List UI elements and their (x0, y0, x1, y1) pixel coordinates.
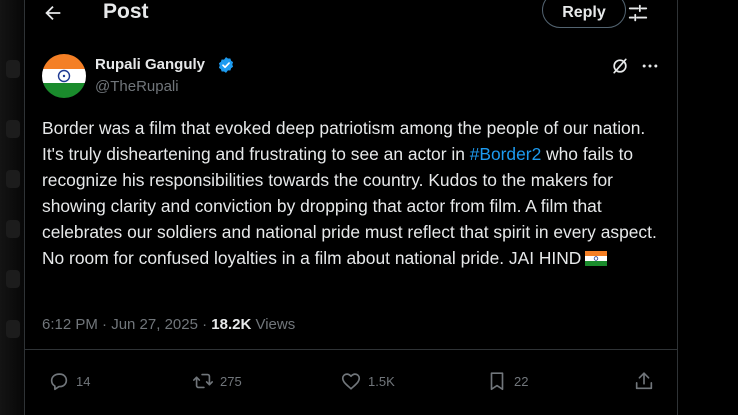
filter-icon[interactable] (627, 2, 649, 24)
reply-button[interactable]: Reply (542, 0, 626, 28)
share-action[interactable] (633, 370, 661, 392)
bookmark-action[interactable]: 22 (486, 370, 528, 392)
verified-badge-icon (218, 57, 234, 73)
ghost-item (6, 60, 20, 78)
ghost-item (6, 220, 20, 238)
share-icon (635, 372, 653, 390)
timestamp[interactable]: 6:12 PM · Jun 27, 2025 · (42, 316, 211, 333)
india-flag-avatar-icon (42, 54, 86, 98)
back-arrow-icon[interactable] (42, 2, 64, 24)
grok-icon[interactable] (610, 56, 630, 76)
ghost-item (6, 120, 20, 138)
column-divider-right (677, 0, 678, 415)
hashtag-link[interactable]: #Border2 (470, 144, 542, 164)
left-panel-blur (0, 0, 24, 415)
ghost-item (6, 270, 20, 288)
views-label: Views (251, 316, 296, 333)
right-column (677, 0, 738, 415)
author-name[interactable]: Rupali Ganguly (95, 56, 205, 73)
more-icon[interactable] (640, 56, 660, 76)
page-title: Post (103, 0, 149, 23)
like-count: 1.5K (368, 373, 395, 389)
ghost-item (6, 170, 20, 188)
column-divider-left (24, 0, 25, 415)
post-text: Border was a film that evoked deep patri… (42, 115, 667, 272)
like-action[interactable]: 1.5K (340, 370, 395, 392)
india-flag-icon (585, 251, 608, 267)
divider (24, 349, 677, 350)
reply-icon (50, 373, 68, 391)
repost-action[interactable]: 275 (192, 370, 242, 392)
ghost-item (6, 320, 20, 338)
like-icon (341, 373, 361, 390)
repost-icon (193, 373, 213, 389)
reply-action[interactable]: 14 (48, 370, 90, 392)
bookmark-icon (490, 372, 504, 391)
post-metadata: 6:12 PM · Jun 27, 2025 · 18.2K Views (42, 316, 295, 333)
views-count: 18.2K (211, 316, 252, 333)
reply-count: 14 (76, 373, 91, 389)
post-header: Post Reply (24, 0, 677, 30)
repost-count: 275 (220, 373, 242, 389)
avatar[interactable] (42, 54, 86, 98)
author-handle[interactable]: @TheRupali (95, 78, 179, 95)
bookmark-count: 22 (514, 373, 529, 389)
